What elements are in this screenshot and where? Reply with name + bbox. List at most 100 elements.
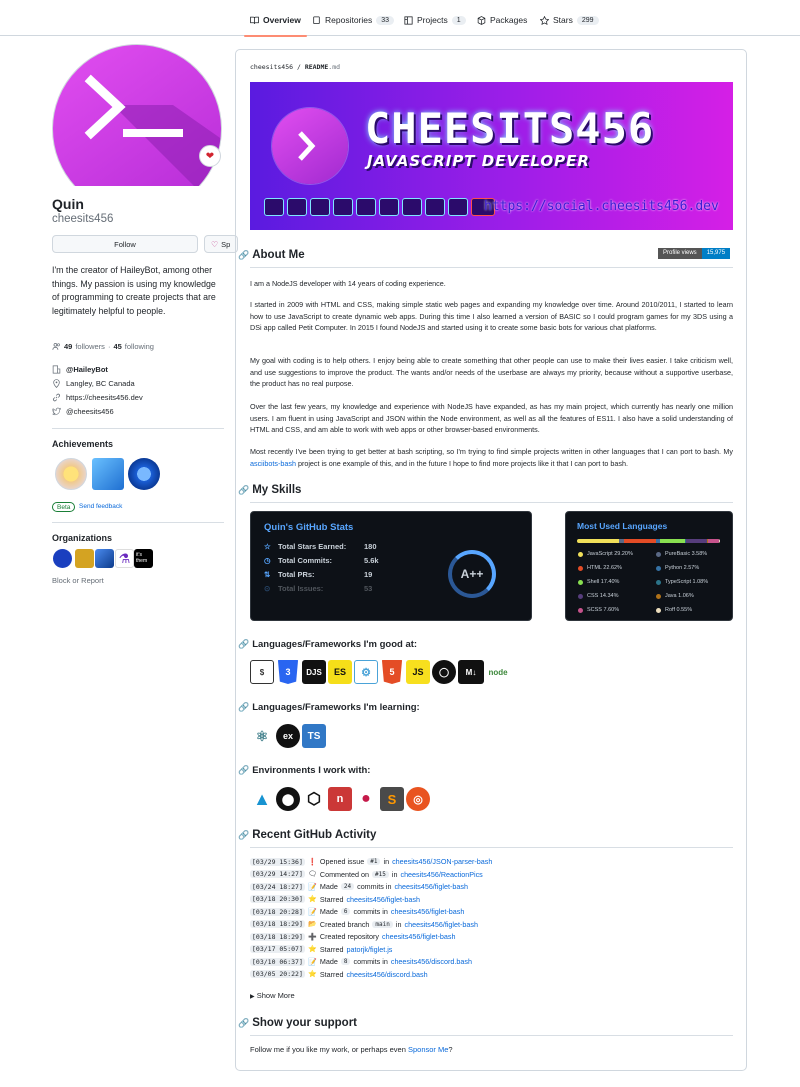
language-item: Roff 0.55%	[656, 607, 692, 613]
book-icon	[250, 16, 259, 24]
activity-action: Created repository	[319, 932, 379, 941]
show-more-toggle[interactable]: ▶ Show More	[250, 991, 295, 1000]
linkedin-icon[interactable]	[356, 198, 376, 216]
github-icon[interactable]	[310, 198, 330, 216]
activity-row: [03/17 05:07] ⭐ Starred patorjk/figlet.js	[250, 945, 392, 954]
language-item: SCSS 7.60%	[578, 607, 619, 613]
org-line[interactable]: @HaileyBot	[52, 365, 108, 374]
achievement-badge-pull-shark[interactable]	[128, 458, 160, 490]
anchor-link-icon[interactable]: 🔗	[238, 702, 249, 713]
twitter-icon	[52, 407, 61, 416]
anchor-link-icon[interactable]: 🔗	[238, 830, 249, 841]
followers-count[interactable]: 49	[64, 342, 72, 351]
org-avatar-its-them[interactable]: it's them	[134, 549, 153, 568]
activity-row: [03/18 20:28] 📝 Made 6 commits in cheesits456…	[250, 907, 464, 916]
instagram-icon[interactable]	[333, 198, 353, 216]
tab-packages-label: Packages	[490, 15, 528, 25]
org-avatar-3[interactable]	[95, 549, 114, 568]
typescript-icon: TS	[302, 724, 326, 748]
org-avatar-1[interactable]	[53, 549, 72, 568]
project-icon	[404, 15, 413, 25]
profile-name: Quin	[52, 196, 84, 212]
org-avatar-2[interactable]	[75, 549, 94, 568]
anchor-link-icon[interactable]: 🔗	[238, 485, 249, 496]
activity-repo-link[interactable]: cheesits456/discord.bash	[391, 957, 472, 966]
sponsor-button[interactable]: ♡ Sp	[204, 235, 238, 253]
activity-repo-link[interactable]: cheesits456/JSON-parser-bash	[392, 857, 492, 866]
learning-heading-text: Languages/Frameworks I'm learning:	[252, 702, 420, 713]
activity-timestamp: [03/05 20:22]	[250, 970, 305, 978]
language-label: TypeScript 1.08%	[665, 579, 709, 585]
reddit-icon[interactable]	[379, 198, 399, 216]
tab-stars[interactable]: Stars 299	[540, 9, 599, 31]
breadcrumb-user[interactable]: cheesits456	[250, 63, 293, 71]
org-name[interactable]: @HaileyBot	[66, 365, 108, 374]
anchor-link-icon[interactable]: 🔗	[238, 250, 249, 261]
heart-icon[interactable]: ❤	[199, 145, 221, 167]
about-paragraph-5-end: project is one example of this, and in t…	[295, 458, 628, 468]
activity-event-icon: 📝	[308, 883, 317, 891]
asciibots-bash-link[interactable]: asciibots-bash	[250, 459, 296, 468]
activity-event-icon: ⭐	[308, 896, 317, 903]
express-icon: ex	[276, 724, 300, 748]
activity-number: #1	[367, 858, 381, 865]
banner-logo-circle	[272, 108, 348, 184]
activity-repo-link[interactable]: cheesits456/figlet-bash	[346, 895, 420, 904]
activity-repo-link[interactable]: cheesits456/figlet-bash	[391, 907, 465, 916]
anchor-link-icon[interactable]: 🔗	[238, 639, 249, 650]
package-icon	[477, 15, 486, 25]
avatar[interactable]	[52, 44, 222, 186]
email-icon[interactable]	[287, 198, 307, 216]
sponsor-me-link[interactable]: Sponsor Me	[408, 1045, 448, 1054]
tab-repositories[interactable]: Repositories 33	[312, 9, 395, 31]
flask-icon[interactable]: ⚗	[115, 549, 134, 568]
language-color-dot	[578, 565, 583, 571]
activity-repo-link[interactable]: patorjk/figlet.js	[346, 945, 392, 954]
twitter-handle[interactable]: @cheesits456	[66, 407, 114, 416]
follow-button[interactable]: Follow	[52, 235, 198, 253]
activity-row: [03/18 18:29] 📂 Created branch main in cheesi…	[250, 920, 478, 929]
soundcloud-icon[interactable]	[402, 198, 422, 216]
followers-label[interactable]: followers	[75, 342, 105, 351]
tab-overview[interactable]: Overview	[244, 9, 307, 37]
banner-subtitle: JAVASCRIPT DEVELOPER	[367, 152, 590, 170]
activity-repo-link[interactable]: cheesits456/figlet-bash	[394, 882, 468, 891]
activity-action: Commented on	[319, 869, 370, 879]
electron-icon: ⚙	[354, 660, 378, 684]
language-item: Shell 17.40%	[578, 579, 619, 585]
stat-value: 180	[364, 542, 377, 551]
block-report-link[interactable]: Block or Report	[52, 576, 104, 585]
activity-repo-link[interactable]: cheesits456/figlet-bash	[382, 932, 456, 941]
tab-packages[interactable]: Packages	[477, 9, 527, 31]
send-feedback-link[interactable]: Send feedback	[79, 503, 122, 510]
star-icon	[540, 15, 549, 25]
language-label: Java 1.06%	[665, 593, 694, 599]
support-heading: 🔗 Show your support	[238, 1017, 357, 1029]
twitter-line[interactable]: @cheesits456	[52, 407, 114, 416]
language-label: CSS 14.34%	[587, 593, 619, 599]
stat-label: Total Stars Earned:	[278, 542, 347, 551]
activity-repo-link[interactable]: cheesits456/discord.bash	[346, 970, 427, 979]
anchor-link-icon[interactable]: 🔗	[238, 765, 249, 776]
discordjs-icon: DJS	[302, 660, 326, 684]
pull-request-icon: ⇅	[264, 570, 271, 579]
beta-badge: Beta	[52, 502, 76, 512]
achievement-badge-yolo[interactable]	[55, 458, 87, 490]
website-link[interactable]: https://cheesits456.dev	[66, 393, 143, 402]
activity-repo-link[interactable]: cheesits456/figlet-bash	[404, 920, 478, 929]
twitter-icon[interactable]	[448, 198, 468, 216]
tab-projects[interactable]: Projects 1	[404, 9, 466, 31]
anchor-link-icon[interactable]: 🔗	[238, 1018, 249, 1029]
tumblr-icon[interactable]	[425, 198, 445, 216]
website-line[interactable]: https://cheesits456.dev	[52, 393, 143, 402]
achievement-badge-quickdraw[interactable]	[92, 458, 124, 490]
activity-action: Starred	[319, 969, 344, 979]
followers-line: 49 followers · 45 following	[52, 342, 154, 351]
profile-banner[interactable]: CHEESITS456 JAVASCRIPT DEVELOPER https:/…	[250, 82, 733, 230]
organizations-heading: Organizations	[52, 533, 113, 543]
following-label[interactable]: following	[125, 342, 154, 351]
discord-icon[interactable]	[264, 198, 284, 216]
activity-repo-link[interactable]: cheesits456/ReactionPics	[400, 870, 482, 879]
following-count[interactable]: 45	[113, 342, 121, 351]
language-item: Java 1.06%	[656, 593, 694, 599]
